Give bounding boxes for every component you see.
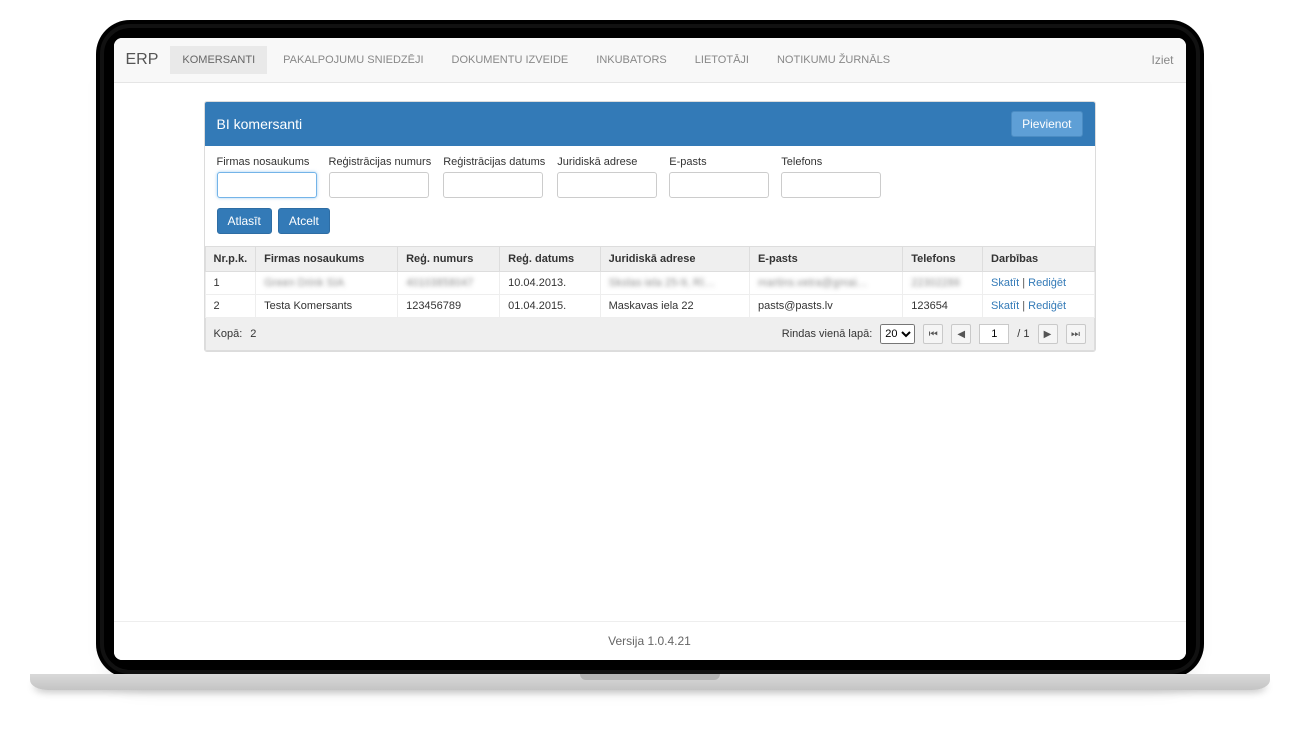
cell-phone: 22302286 [903,272,983,295]
filter-button[interactable]: Atlasīt [217,208,272,234]
version-footer: Versija 1.0.4.21 [114,621,1186,660]
input-phone[interactable] [781,172,881,198]
next-page-icon[interactable]: ▶ [1038,324,1058,344]
page-total: / 1 [1017,328,1029,340]
nav-lietotaji[interactable]: LIETOTĀJI [683,46,761,74]
th-phone[interactable]: Telefons [903,247,983,272]
table-footer: Kopā: 2 Rindas vienā lapā: 20 ⏮ ◀ / 1 ▶ … [205,318,1095,351]
add-button[interactable]: Pievienot [1011,111,1082,137]
laptop-base [30,674,1270,690]
th-reg-no[interactable]: Reģ. numurs [398,247,500,272]
cell-nr: 1 [205,272,256,295]
prev-page-icon[interactable]: ◀ [951,324,971,344]
label-name: Firmas nosaukums [217,156,317,168]
nav-komersanti[interactable]: KOMERSANTI [170,46,267,74]
nav-inkubators[interactable]: INKUBATORS [584,46,679,74]
nav-dokumentu-izveide[interactable]: DOKUMENTU IZVEIDE [440,46,581,74]
cancel-button[interactable]: Atcelt [278,208,330,234]
cell-actions: Skatīt | Rediģēt [983,295,1094,318]
label-reg-date: Reģistrācijas datums [443,156,545,168]
th-name[interactable]: Firmas nosaukums [256,247,398,272]
last-page-icon[interactable]: ⏭ [1066,324,1086,344]
view-link[interactable]: Skatīt [991,277,1019,289]
th-email[interactable]: E-pasts [749,247,902,272]
app-brand: ERP [126,51,159,69]
cell-reg-no: 123456789 [398,295,500,318]
cell-address: Maskavas iela 22 [600,295,749,318]
table-row: 1 Green Drink SIA 40103858047 10.04.2013… [205,272,1094,295]
cell-reg-date: 01.04.2015. [500,295,600,318]
cell-email: martins.vetra@gmai… [749,272,902,295]
edit-link[interactable]: Rediģēt [1028,300,1066,312]
view-link[interactable]: Skatīt [991,300,1019,312]
input-address[interactable] [557,172,657,198]
label-phone: Telefons [781,156,881,168]
edit-link[interactable]: Rediģēt [1028,277,1066,289]
th-reg-date[interactable]: Reģ. datums [500,247,600,272]
first-page-icon[interactable]: ⏮ [923,324,943,344]
th-nr[interactable]: Nr.p.k. [205,247,256,272]
total-label: Kopā: [214,328,243,340]
label-email: E-pasts [669,156,769,168]
input-email[interactable] [669,172,769,198]
results-table: Nr.p.k. Firmas nosaukums Reģ. numurs Reģ… [205,246,1095,318]
total-value: 2 [250,328,256,340]
rows-per-page-label: Rindas vienā lapā: [782,328,873,340]
label-address: Juridiskā adrese [557,156,657,168]
table-row: 2 Testa Komersants 123456789 01.04.2015.… [205,295,1094,318]
cell-name: Testa Komersants [256,295,398,318]
th-actions[interactable]: Darbības [983,247,1094,272]
cell-reg-date: 10.04.2013. [500,272,600,295]
page-size-select[interactable]: 20 [880,324,915,344]
cell-nr: 2 [205,295,256,318]
label-reg-no: Reģistrācijas numurs [329,156,432,168]
nav-notikumu-zurnals[interactable]: NOTIKUMU ŽURNĀLS [765,46,902,74]
input-name[interactable] [217,172,317,198]
panel-title: BI komersanti [217,116,303,132]
logout-link[interactable]: Iziet [1151,53,1173,67]
page-current-input[interactable] [979,324,1009,344]
cell-phone: 123654 [903,295,983,318]
panel-bi-komersanti: BI komersanti Pievienot Firmas nosaukums… [204,101,1096,352]
cell-name: Green Drink SIA [256,272,398,295]
nav-pakalpojumu-sniedzeji[interactable]: PAKALPOJUMU SNIEDZĒJI [271,46,435,74]
th-address[interactable]: Juridiskā adrese [600,247,749,272]
navbar: ERP KOMERSANTI PAKALPOJUMU SNIEDZĒJI DOK… [114,38,1186,83]
input-reg-no[interactable] [329,172,429,198]
cell-reg-no: 40103858047 [398,272,500,295]
cell-address: Skolas iela 25-9, Rī… [600,272,749,295]
cell-email: pasts@pasts.lv [749,295,902,318]
input-reg-date[interactable] [443,172,543,198]
cell-actions: Skatīt | Rediģēt [983,272,1094,295]
